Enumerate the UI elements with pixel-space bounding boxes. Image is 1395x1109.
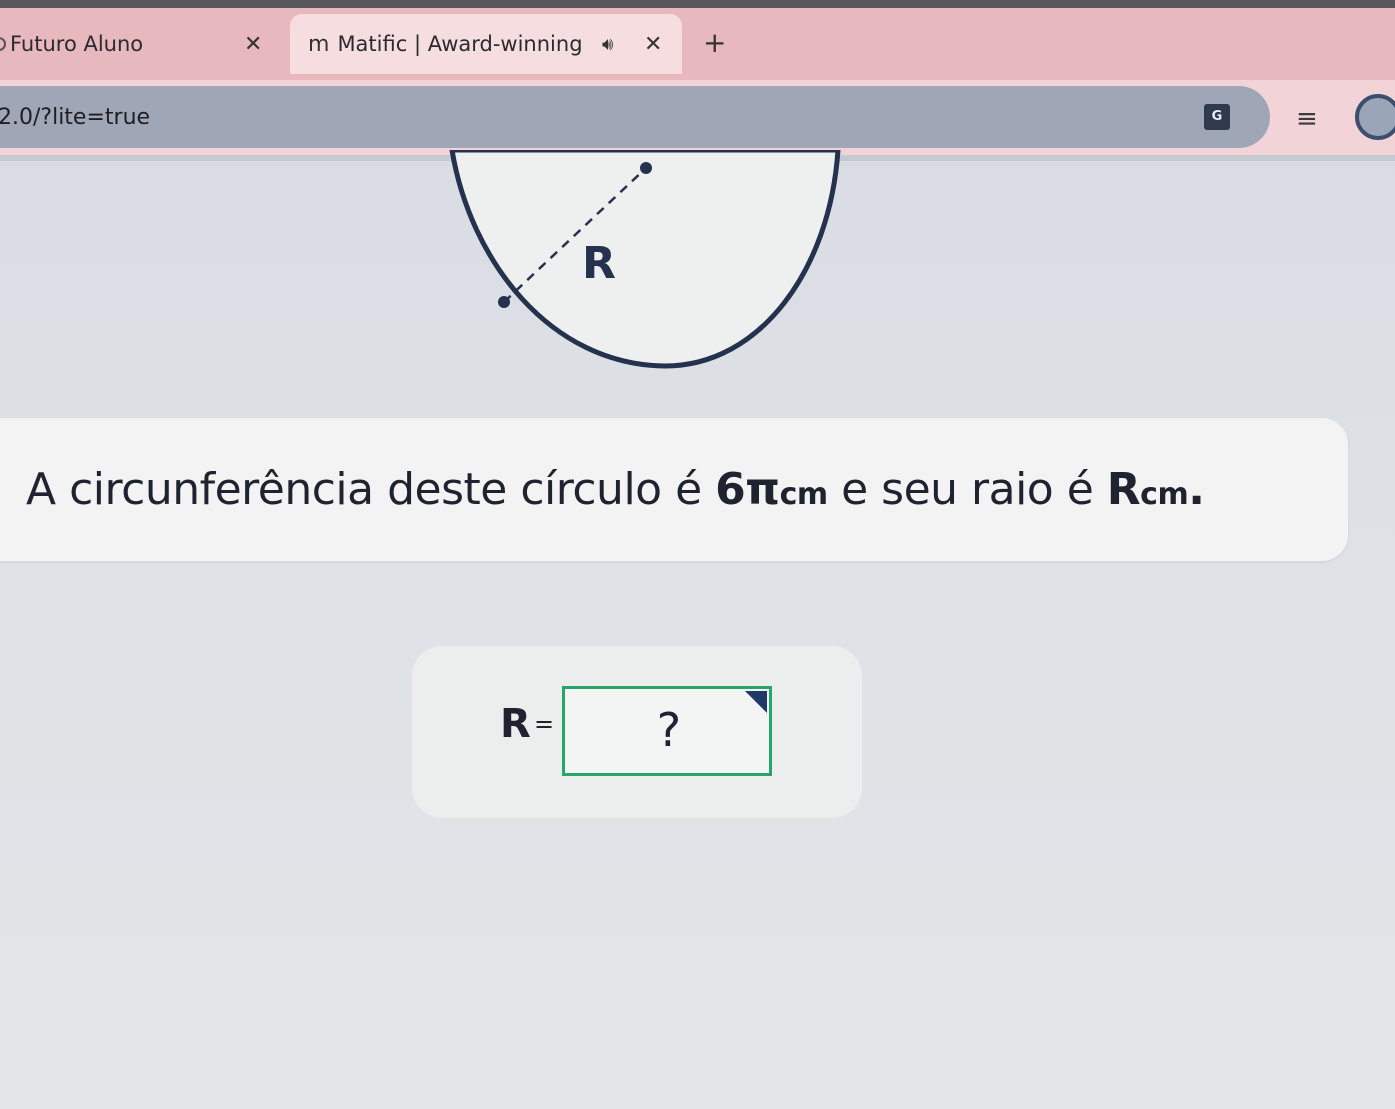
question-text: A circunferência deste círculo é 6πcm e …: [26, 464, 1205, 515]
address-bar[interactable]: 2.0/?lite=true G: [0, 86, 1270, 148]
question-intro: A circunferência deste círculo é: [26, 464, 716, 515]
question-period: .: [1188, 464, 1205, 515]
tab-matific[interactable]: m Matific | Award-winning lea 🔊︎ ✕: [290, 14, 682, 74]
radius-label: R: [582, 238, 616, 289]
radius-endpoint: [498, 296, 510, 308]
new-tab-button[interactable]: +: [703, 26, 726, 59]
circle-figure: R: [449, 150, 841, 369]
radius-unit: cm: [1140, 477, 1189, 512]
circumference-value: 6π: [715, 464, 780, 515]
speaker-icon[interactable]: 🔊︎: [602, 34, 613, 55]
url-text: 2.0/?lite=true: [0, 104, 151, 130]
radius-variable: R: [1106, 464, 1141, 515]
answer-placeholder: ?: [656, 703, 682, 757]
translate-icon[interactable]: G: [1204, 104, 1230, 130]
close-icon[interactable]: ✕: [244, 32, 262, 57]
screen: Futuro Aluno ✕ m Matific | Award-winning…: [0, 0, 1395, 1109]
page-icon: [0, 37, 6, 51]
close-icon[interactable]: ✕: [644, 32, 662, 57]
tab-title: Futuro Aluno: [10, 32, 144, 56]
browser-toolbar: 2.0/?lite=true G ≡: [0, 80, 1395, 155]
answer-input[interactable]: ?: [562, 686, 772, 776]
profile-avatar-icon[interactable]: [1355, 94, 1395, 140]
circle-outline: [449, 150, 841, 369]
matific-logo-icon: m: [308, 31, 330, 57]
question-card: A circunferência deste círculo é 6πcm e …: [0, 418, 1348, 561]
tab-futuro-aluno[interactable]: Futuro Aluno ✕: [0, 14, 288, 74]
reading-list-icon[interactable]: ≡: [1296, 104, 1318, 134]
answer-variable: R: [500, 701, 531, 747]
browser-tab-strip: Futuro Aluno ✕ m Matific | Award-winning…: [0, 0, 1395, 80]
circumference-unit: cm: [779, 477, 829, 512]
equals-sign: =: [534, 710, 555, 738]
question-middle: e seu raio é: [827, 464, 1107, 515]
center-point: [640, 162, 652, 174]
dropdown-corner-icon: [745, 691, 767, 713]
tab-title: Matific | Award-winning lea: [337, 32, 587, 56]
answer-card: R = ?: [412, 646, 862, 818]
